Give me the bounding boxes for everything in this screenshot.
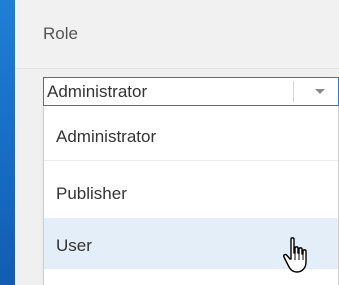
option-label: User	[56, 236, 92, 255]
option-label: Publisher	[56, 184, 127, 203]
option-administrator[interactable]: Administrator	[44, 106, 338, 161]
chevron-down-icon[interactable]	[310, 84, 330, 98]
option-publisher[interactable]: Publisher	[44, 162, 338, 217]
option-label: Administrator	[56, 127, 157, 146]
role-select-value: Administrator	[47, 82, 148, 101]
hand-pointer-icon	[283, 237, 307, 273]
role-select[interactable]: Administrator	[43, 77, 339, 106]
panel-header: Role	[15, 0, 339, 69]
select-divider	[293, 81, 294, 102]
role-label: Role	[43, 24, 78, 43]
